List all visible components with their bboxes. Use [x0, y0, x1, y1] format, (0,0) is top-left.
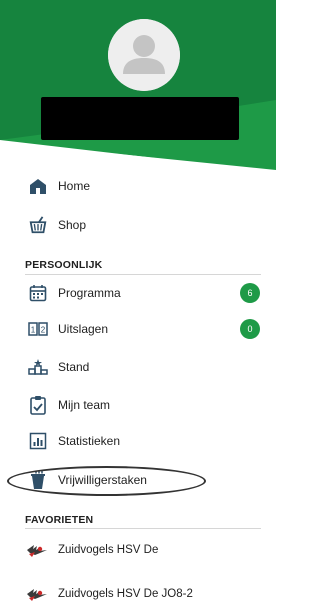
svg-text:2: 2	[41, 326, 46, 335]
calendar-icon	[28, 283, 48, 303]
nav-item-label: Programma	[58, 286, 121, 300]
nav-item-label: Uitslagen	[58, 322, 109, 336]
scoreboard-icon: 1 2	[28, 319, 48, 339]
nav-item-shop[interactable]: Shop	[0, 207, 276, 243]
podium-icon	[28, 357, 48, 377]
user-name-redacted	[41, 97, 239, 140]
section-header-favorites: FAVORIETEN	[25, 514, 94, 526]
nav-item-label: Home	[58, 179, 91, 193]
nav-item-uitslagen[interactable]: 1 2 Uitslagen 0	[0, 311, 276, 347]
nav-item-label: Shop	[58, 218, 87, 232]
section-header-personal: PERSOONLIJK	[25, 259, 103, 271]
highlight-ellipse-annotation	[7, 466, 206, 496]
drawer-header	[0, 0, 276, 172]
nav-item-stand[interactable]: Stand	[0, 349, 276, 385]
nav-item-statistieken[interactable]: Statistieken	[0, 423, 276, 459]
svg-text:1: 1	[31, 326, 36, 335]
bar-chart-icon	[28, 431, 48, 451]
club-logo-icon	[27, 545, 47, 557]
favorite-item-label: Zuidvogels HSV De JO8-2	[58, 588, 193, 600]
nav-item-home[interactable]: Home	[0, 168, 276, 204]
count-badge: 6	[240, 283, 260, 303]
home-icon	[28, 176, 48, 196]
favorite-item-label: Zuidvogels HSV De	[58, 544, 159, 556]
section-divider	[25, 528, 261, 529]
favorite-item[interactable]: Zuidvogels HSV De	[0, 532, 276, 568]
nav-item-mijn-team[interactable]: Mijn team	[0, 387, 276, 423]
basket-icon	[28, 215, 48, 235]
user-avatar[interactable]	[108, 19, 180, 91]
favorite-item[interactable]: Zuidvogels HSV De JO8-2	[0, 576, 276, 612]
clipboard-check-icon	[28, 395, 48, 415]
count-badge: 0	[240, 319, 260, 339]
nav-item-label: Statistieken	[58, 434, 121, 448]
nav-item-label: Mijn team	[58, 398, 111, 412]
nav-item-label: Stand	[58, 360, 90, 374]
nav-item-programma[interactable]: Programma 6	[0, 275, 276, 311]
person-icon	[108, 19, 180, 91]
